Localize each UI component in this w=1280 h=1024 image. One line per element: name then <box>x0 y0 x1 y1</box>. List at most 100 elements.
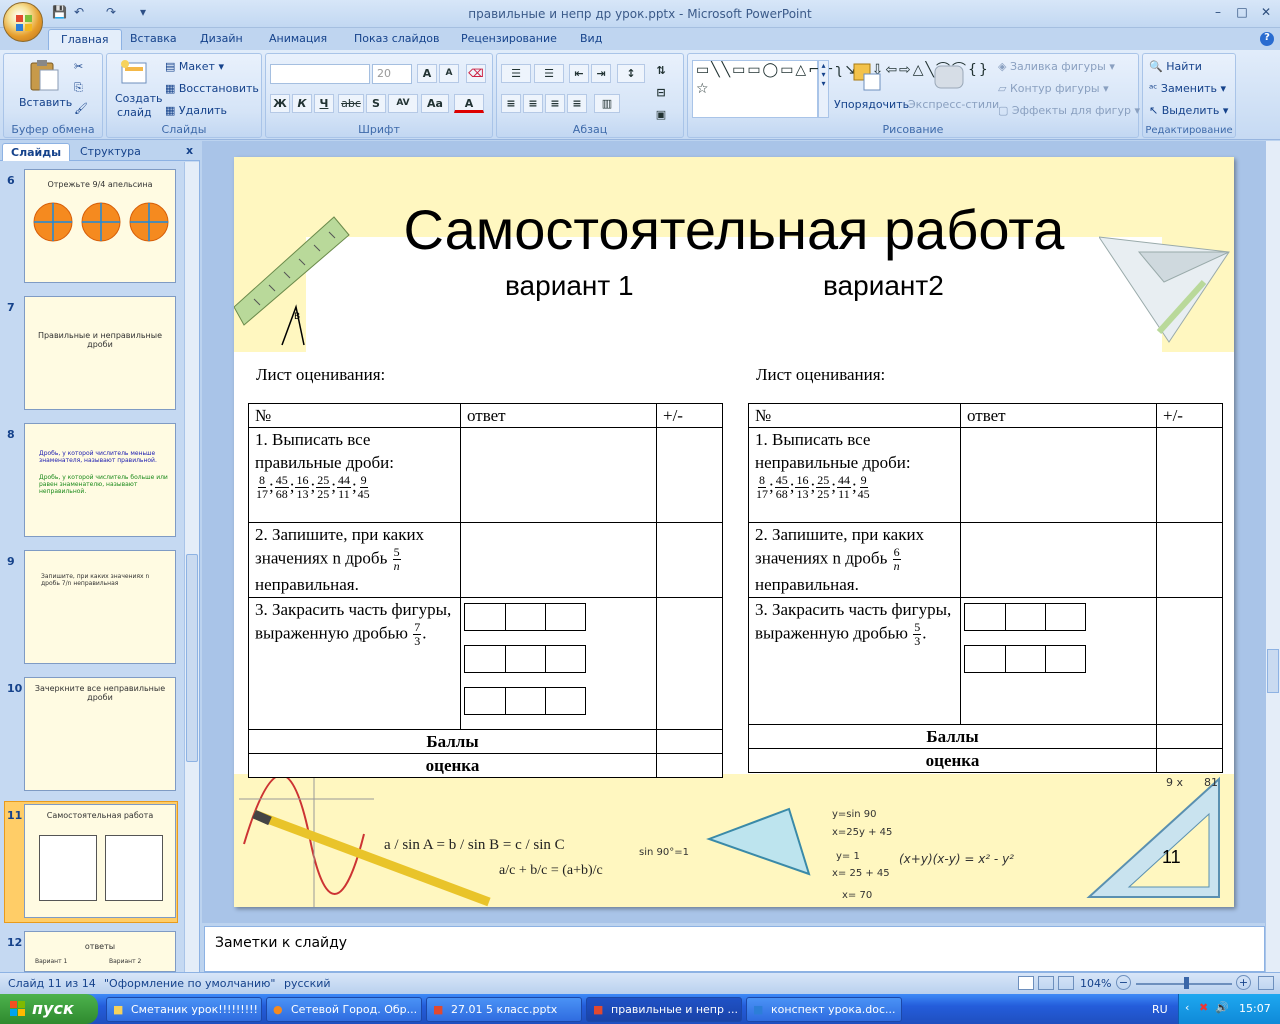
maximize-button[interactable]: □ <box>1231 5 1253 22</box>
increase-indent-icon[interactable]: ⇥ <box>591 64 611 83</box>
panel-scroll-thumb[interactable] <box>186 554 198 762</box>
panel-scrollbar[interactable] <box>184 162 199 972</box>
shapes-gallery[interactable]: ▭╲╲▭▭◯▭△⌐⌐ʅ↘⇧⇩⇦⇨△╲⌒⌒{}☆ <box>692 60 988 118</box>
bullets-icon[interactable]: ☰ <box>501 64 531 83</box>
mark-1-cell[interactable] <box>656 427 723 523</box>
close-panel-button[interactable]: x <box>186 144 193 157</box>
copy-icon[interactable]: ⎘ <box>74 81 83 95</box>
office-button[interactable] <box>3 2 43 42</box>
theme-name[interactable]: "Оформление по умолчанию" <box>104 977 275 990</box>
line-spacing-icon[interactable]: ↕ <box>617 64 645 83</box>
align-center-icon[interactable]: ≡ <box>523 94 543 113</box>
align-right-icon[interactable]: ≡ <box>545 94 565 113</box>
slide-canvas[interactable]: B a / sin A = b / sin B = c / sin C a/c … <box>234 157 1234 907</box>
tab-animation[interactable]: Анимация <box>269 32 327 45</box>
help-icon[interactable]: ? <box>1260 32 1274 46</box>
tab-review[interactable]: Рецензирование <box>461 32 557 45</box>
language-status[interactable]: русский <box>284 977 331 990</box>
slide-thumb-6[interactable]: Отрежьте 9/4 апельсина <box>24 169 176 283</box>
decrease-indent-icon[interactable]: ⇤ <box>569 64 589 83</box>
figure-rect-2[interactable] <box>464 645 586 673</box>
answer-2-cell[interactable] <box>960 522 1157 598</box>
answer-2-cell[interactable] <box>460 522 657 598</box>
tab-slides[interactable]: Слайды <box>2 143 71 161</box>
tab-slideshow[interactable]: Показ слайдов <box>354 32 440 45</box>
zoom-in-icon[interactable]: + <box>1236 975 1251 990</box>
justify-icon[interactable]: ≡ <box>567 94 587 113</box>
volume-icon[interactable]: 🔊 <box>1215 1001 1229 1014</box>
shape-outline-button[interactable]: ▱ Контур фигуры ▾ <box>998 82 1109 95</box>
clear-format-icon[interactable]: ⌫ <box>466 64 486 83</box>
mark-3-cell[interactable] <box>656 597 723 730</box>
variant-1-label[interactable]: вариант 1 <box>505 270 634 302</box>
zoom-out-icon[interactable]: − <box>1116 975 1131 990</box>
answer-1-cell[interactable] <box>460 427 657 523</box>
mark-2-cell[interactable] <box>1156 522 1223 598</box>
mark-1-cell[interactable] <box>1156 427 1223 523</box>
taskbar-item-browser[interactable]: ● Сетевой Город. Обр... <box>266 997 422 1022</box>
tab-design[interactable]: Дизайн <box>200 32 243 45</box>
align-left-icon[interactable]: ≡ <box>501 94 521 113</box>
slide-thumb-8[interactable]: Дробь, у которой числитель меньше знамен… <box>24 423 176 537</box>
figure-rect-3[interactable] <box>464 687 586 715</box>
numbering-icon[interactable]: ☰ <box>534 64 564 83</box>
columns-icon[interactable]: ▥ <box>594 94 620 113</box>
tab-insert[interactable]: Вставка <box>130 32 177 45</box>
shapes-scroll[interactable]: ▴ ▾ ▾ <box>818 60 829 118</box>
shrink-font-button[interactable]: A <box>439 64 459 83</box>
zoom-level[interactable]: 104% <box>1080 977 1111 990</box>
mark-3-cell[interactable] <box>1156 597 1223 725</box>
tab-view[interactable]: Вид <box>580 32 602 45</box>
shadow-button[interactable]: S <box>366 94 386 113</box>
points-cell[interactable] <box>1156 724 1223 749</box>
font-name-combo[interactable] <box>270 64 370 84</box>
notes-pane[interactable]: Заметки к слайду <box>204 926 1265 972</box>
underline-button[interactable]: Ч <box>314 94 334 113</box>
language-indicator[interactable]: RU <box>1152 1003 1168 1016</box>
grow-font-button[interactable]: A <box>417 64 437 83</box>
tab-home[interactable]: Главная <box>48 29 122 51</box>
strike-button[interactable]: abc <box>338 94 364 113</box>
font-color-button[interactable]: A <box>454 94 484 113</box>
sorter-view-icon[interactable] <box>1038 976 1054 990</box>
figure-rect-2[interactable] <box>964 645 1086 673</box>
italic-button[interactable]: К <box>292 94 312 113</box>
tab-outline[interactable]: Структура <box>72 143 149 161</box>
slide-thumb-9[interactable]: Запишите, при каких значениях n дробь 7/… <box>24 550 176 664</box>
new-slide-button[interactable]: Создать <box>115 92 163 105</box>
cut-icon[interactable]: ✂ <box>74 60 83 73</box>
grading-table-2[interactable]: № ответ +/- 1. Выписать все неправильные… <box>748 403 1223 773</box>
select-button[interactable]: ↖ Выделить ▾ <box>1149 104 1228 117</box>
spacing-button[interactable]: AV <box>388 94 418 113</box>
taskbar-item-pptx-1[interactable]: ■ 27.01 5 класс.pptx <box>426 997 582 1022</box>
slide-thumb-7[interactable]: Правильные и неправильные дроби <box>24 296 176 410</box>
figure-rect-1[interactable] <box>464 603 586 631</box>
grade-cell[interactable] <box>1156 748 1223 773</box>
shape-effects-button[interactable]: ▢ Эффекты для фигур ▾ <box>998 104 1140 117</box>
answer-3-cell[interactable] <box>960 597 1157 725</box>
variant-2-label[interactable]: вариант2 <box>823 270 944 302</box>
slideshow-view-icon[interactable] <box>1058 976 1074 990</box>
start-button[interactable]: пуск <box>0 994 98 1024</box>
layout-button[interactable]: ▤ Макет ▾ <box>165 60 224 73</box>
bold-button[interactable]: Ж <box>270 94 290 113</box>
reset-button[interactable]: ▦ Восстановить <box>165 82 259 95</box>
taskbar-item-word[interactable]: ■ конспект урока.doc... <box>746 997 902 1022</box>
clock[interactable]: 15:07 <box>1239 1002 1271 1015</box>
editor-scroll-thumb[interactable] <box>1267 649 1279 693</box>
answer-3-cell[interactable] <box>460 597 657 730</box>
taskbar-item-pptx-2[interactable]: ■ правильные и непр ... <box>586 997 742 1022</box>
grading-table-1[interactable]: № ответ +/- 1. Выписать все правильные д… <box>248 403 723 778</box>
close-button[interactable]: ✕ <box>1255 5 1277 22</box>
find-button[interactable]: 🔍 Найти <box>1149 60 1202 73</box>
text-direction-icon[interactable]: ⇅ <box>651 62 671 81</box>
slide-thumb-11[interactable]: Самостоятельная работа <box>24 804 176 918</box>
replace-button[interactable]: ᵃᶜ Заменить ▾ <box>1149 82 1226 95</box>
figure-rect-1[interactable] <box>964 603 1086 631</box>
grade-cell[interactable] <box>656 753 723 778</box>
tray-arrow-icon[interactable]: ‹ <box>1185 1001 1189 1014</box>
quick-styles-button[interactable]: Экспресс-стили <box>908 98 999 111</box>
slide-thumb-10[interactable]: Зачеркните все неправильные дроби <box>24 677 176 791</box>
minimize-button[interactable]: – <box>1207 5 1229 22</box>
format-painter-icon[interactable]: 🖌 <box>74 102 88 115</box>
